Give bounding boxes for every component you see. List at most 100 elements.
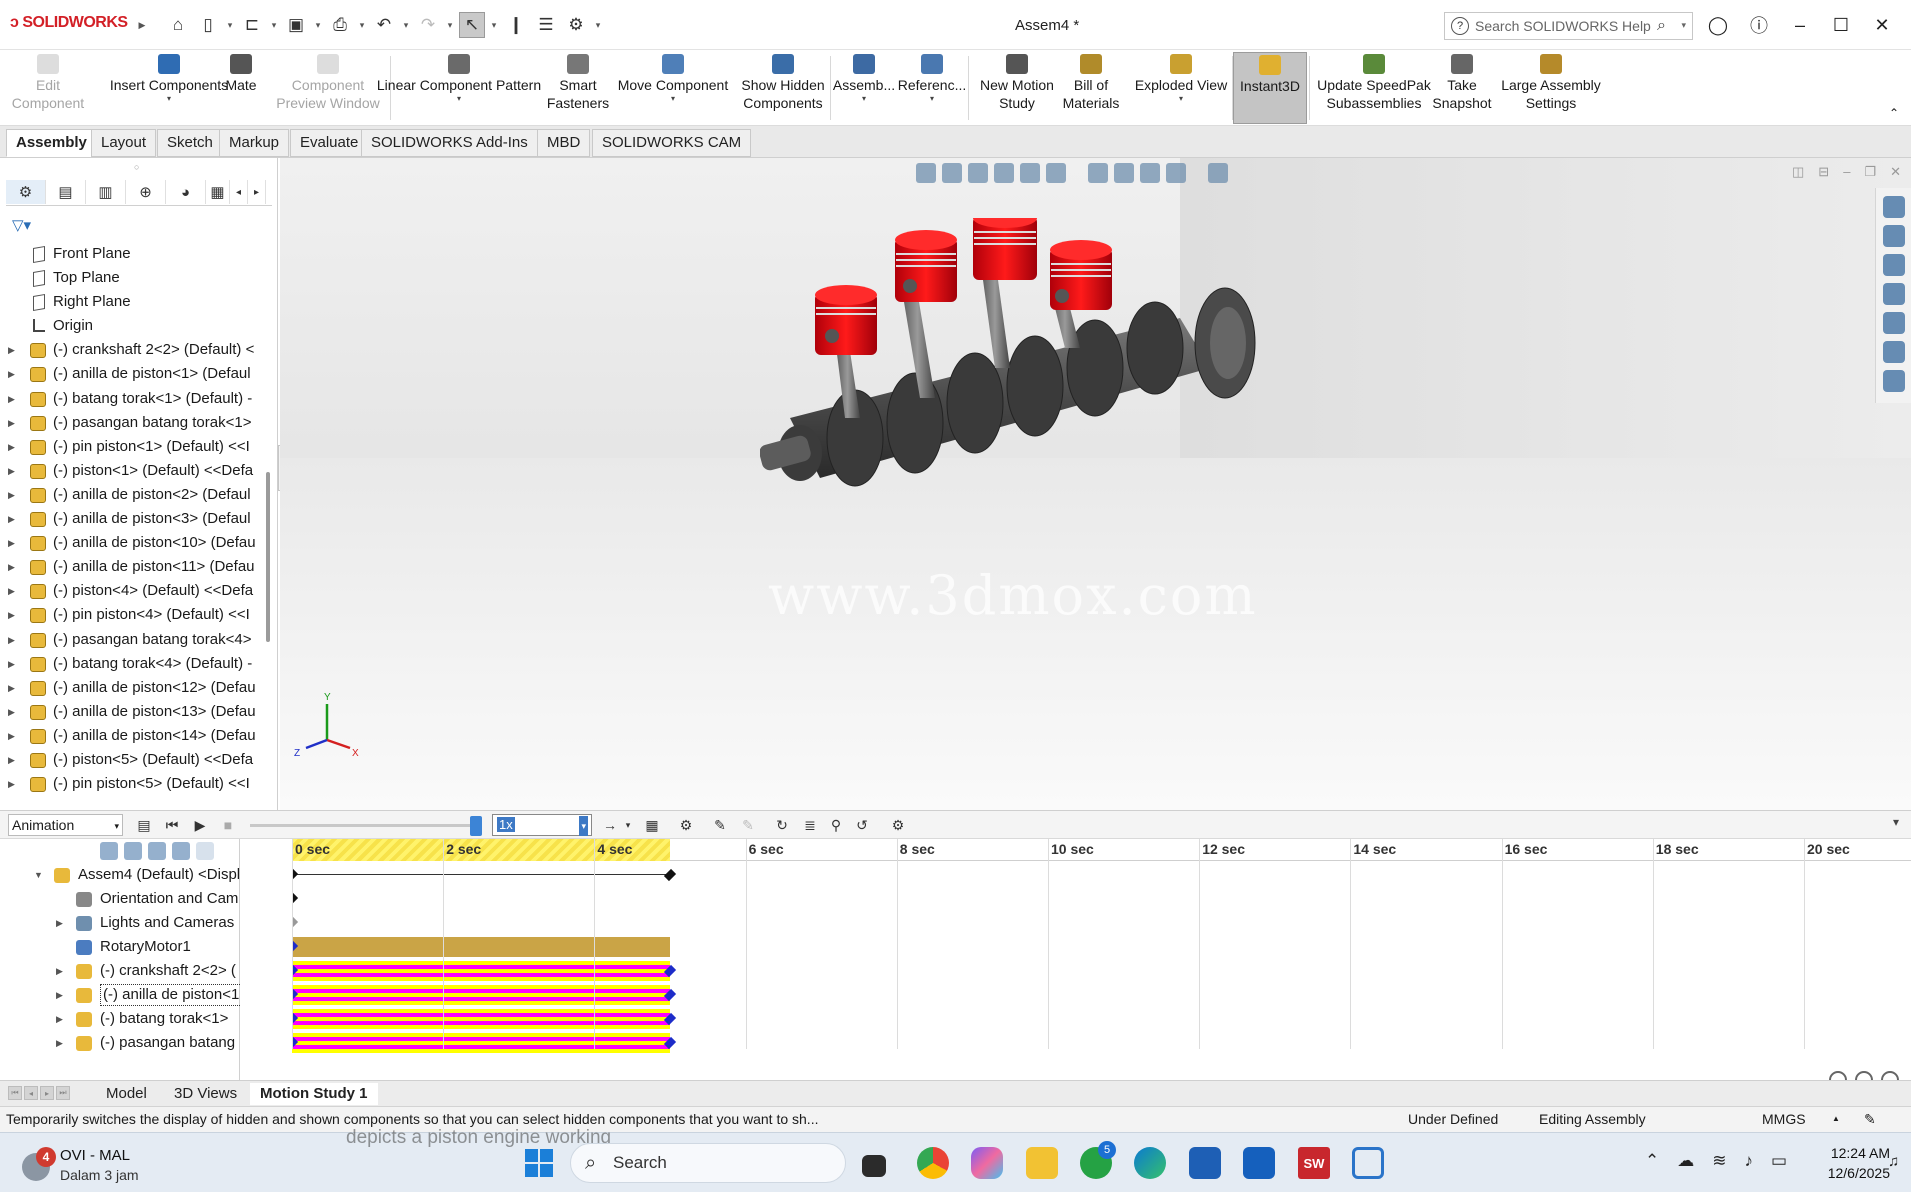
weather-title[interactable]: OVI - MAL bbox=[60, 1147, 130, 1164]
zoom-to-fit-icon[interactable] bbox=[916, 163, 936, 183]
menu-expand-icon[interactable]: ▶ bbox=[137, 20, 147, 31]
expand-arrow-icon[interactable]: ▶ bbox=[8, 579, 15, 603]
contact-icon[interactable]: ⚲ bbox=[826, 815, 846, 835]
motion-tree-item[interactable]: ▶ (-) batang torak<1> bbox=[0, 1007, 240, 1031]
undo-icon[interactable]: ↶ bbox=[371, 12, 397, 38]
chevron-down-icon[interactable]: ▾ bbox=[930, 94, 934, 104]
configuration-manager-tab-icon[interactable]: ▥ bbox=[86, 180, 126, 204]
tree-item[interactable]: ▶ (-) anilla de piston<3> (Defaul bbox=[0, 507, 265, 531]
motion-study-properties-icon[interactable]: ⚙ bbox=[888, 815, 908, 835]
solidworks-resources-icon[interactable] bbox=[1882, 196, 1905, 218]
calculate-icon[interactable]: ▤ bbox=[134, 815, 154, 835]
tree-item[interactable]: ▶ (-) batang torak<4> (Default) - bbox=[0, 652, 265, 676]
chevron-down-icon[interactable]: ▾ bbox=[445, 20, 455, 31]
view-orientation-icon[interactable] bbox=[1046, 163, 1066, 183]
reference-button[interactable]: Referenc... ▾ bbox=[898, 52, 966, 124]
solidworks-logo[interactable]: ↄ SOLIDWORKS bbox=[10, 14, 128, 32]
tree-item[interactable]: Origin bbox=[0, 314, 265, 338]
play-from-start-icon[interactable]: ⏮ bbox=[162, 815, 182, 835]
chevron-down-icon[interactable]: ▾ bbox=[401, 20, 411, 31]
expand-arrow-icon[interactable]: ▶ bbox=[56, 983, 63, 1007]
viewport-minimize-icon[interactable]: – bbox=[1843, 164, 1850, 180]
motor-icon[interactable]: ↻ bbox=[772, 815, 792, 835]
weather-widget[interactable]: 4 bbox=[22, 1147, 58, 1183]
motion-tree-item[interactable]: ▶ (-) anilla de piston<1 bbox=[0, 983, 240, 1007]
tab-solidworks-cam[interactable]: SOLIDWORKS CAM bbox=[592, 129, 752, 157]
expand-arrow-icon[interactable]: ▶ bbox=[8, 700, 15, 724]
stop-icon[interactable]: ■ bbox=[218, 815, 238, 835]
cam-tab-icon[interactable]: ▦ bbox=[206, 180, 230, 204]
bottom-tab-model[interactable]: Model bbox=[96, 1083, 157, 1105]
tab-solidworks-add-ins[interactable]: SOLIDWORKS Add-Ins bbox=[361, 129, 538, 157]
apply-scene-icon[interactable] bbox=[1166, 163, 1186, 183]
assembly-button[interactable]: Assemb... ▾ bbox=[833, 52, 895, 124]
dimxpert-tab-icon[interactable]: ⊕ bbox=[126, 180, 166, 204]
options-gear-icon[interactable]: ⚙ bbox=[563, 12, 589, 38]
take-snapshot-button[interactable]: Take Snapshot bbox=[1430, 52, 1494, 124]
tree-item[interactable]: Top Plane bbox=[0, 266, 265, 290]
tree-item[interactable]: ▶ (-) anilla de piston<2> (Defaul bbox=[0, 483, 265, 507]
custom-properties-icon[interactable] bbox=[1882, 370, 1905, 392]
component-change-bar[interactable] bbox=[292, 1033, 670, 1053]
select-pointer-icon[interactable]: ↖ bbox=[459, 12, 485, 38]
expand-arrow-icon[interactable]: ▶ bbox=[56, 959, 63, 983]
chevron-down-icon[interactable]: ▾ bbox=[618, 815, 638, 835]
motion-tree-item[interactable]: RotaryMotor1 bbox=[0, 935, 240, 959]
component-change-bar[interactable] bbox=[292, 985, 670, 1005]
home-icon[interactable] bbox=[1882, 225, 1905, 247]
graphics-viewport[interactable]: ◫ ⊟ – ❐ ✕ www.3dmox.com Y X Z bbox=[280, 158, 1911, 810]
expand-arrow-icon[interactable]: ▶ bbox=[56, 1031, 63, 1055]
appearances-icon[interactable] bbox=[1882, 341, 1905, 363]
print-icon[interactable]: ⎙ bbox=[327, 12, 353, 38]
chevron-down-icon[interactable]: ▾ bbox=[593, 20, 603, 31]
previous-view-icon[interactable] bbox=[968, 163, 988, 183]
new-document-icon[interactable]: ▯ bbox=[195, 12, 221, 38]
rebuild-traffic-light-icon[interactable]: ❙ bbox=[503, 12, 529, 38]
expand-arrow-icon[interactable]: ▶ bbox=[8, 603, 15, 627]
animation-wizard-icon[interactable]: ⚙ bbox=[676, 815, 696, 835]
tree-item[interactable]: ▶ (-) anilla de piston<12> (Defau bbox=[0, 676, 265, 700]
file-explorer-icon[interactable] bbox=[1882, 283, 1905, 305]
expand-arrow-icon[interactable]: ▶ bbox=[8, 362, 15, 386]
timeline[interactable]: 0 sec 2 sec 4 sec 6 sec 8 sec 10 sec 12 sec 14 … bbox=[292, 839, 1911, 1081]
minimize-icon[interactable]: – bbox=[1787, 12, 1813, 38]
chevron-down-icon[interactable]: ▾ bbox=[457, 94, 461, 104]
chevron-down-icon[interactable]: ▾ bbox=[489, 20, 499, 31]
mate-button[interactable]: Mate bbox=[218, 52, 264, 124]
playback-speed-select[interactable]: 1x ▾ bbox=[492, 814, 592, 836]
tree-item[interactable]: ▶ (-) anilla de piston<10> (Defau bbox=[0, 531, 265, 555]
collapse-ribbon-icon[interactable]: ⌃ bbox=[1889, 106, 1899, 120]
motion-tree-item[interactable]: ▶ (-) pasangan batang bbox=[0, 1031, 240, 1055]
motion-tree-item[interactable]: ▼ Assem4 (Default) <Displ bbox=[0, 863, 240, 887]
expand-arrow-icon[interactable]: ▶ bbox=[56, 911, 63, 935]
motion-tree-item[interactable]: Orientation and Cam bbox=[0, 887, 240, 911]
viewport-restore-icon[interactable]: ❐ bbox=[1864, 164, 1876, 180]
large-assembly-settings-button[interactable]: Large Assembly Settings bbox=[1496, 52, 1606, 124]
tab-layout[interactable]: Layout bbox=[91, 129, 157, 157]
linear-component-pattern-button[interactable]: Linear Component Pattern ▾ bbox=[376, 52, 542, 124]
edit-appearance-icon[interactable] bbox=[1140, 163, 1160, 183]
tab-assembly[interactable]: Assembly bbox=[6, 129, 97, 157]
add-key-icon[interactable]: ✎ bbox=[738, 815, 758, 835]
snipping-tool-icon[interactable] bbox=[1352, 1147, 1384, 1179]
split-view-icon[interactable]: ⊟ bbox=[1818, 164, 1829, 180]
component-change-bar[interactable] bbox=[292, 1009, 670, 1029]
tree-item[interactable]: ▶ (-) anilla de piston<14> (Defau bbox=[0, 724, 265, 748]
motion-tree-item[interactable]: ▶ Lights and Cameras bbox=[0, 911, 240, 935]
expand-arrow-icon[interactable]: ▶ bbox=[8, 531, 15, 555]
battery-icon[interactable]: ▭ bbox=[1771, 1151, 1787, 1171]
microsoft-store-icon[interactable] bbox=[1189, 1147, 1221, 1179]
playback-slider-thumb[interactable] bbox=[470, 816, 482, 836]
display-style-icon[interactable] bbox=[1088, 163, 1108, 183]
expand-arrow-icon[interactable]: ▶ bbox=[8, 387, 15, 411]
study-type-select[interactable]: Animation ▾ bbox=[8, 814, 123, 836]
tree-item[interactable]: ▶ (-) anilla de piston<11> (Defau bbox=[0, 555, 265, 579]
task-view-icon[interactable] bbox=[862, 1155, 886, 1177]
expand-arrow-icon[interactable]: ▶ bbox=[8, 676, 15, 700]
first-tab-icon[interactable]: ⏮ bbox=[8, 1086, 22, 1100]
component-change-bar[interactable] bbox=[292, 961, 670, 981]
play-icon[interactable]: ▶ bbox=[190, 815, 210, 835]
playback-slider[interactable] bbox=[250, 824, 482, 827]
update-speedpak-button[interactable]: Update SpeedPak Subassemblies bbox=[1310, 52, 1438, 124]
edge-icon[interactable] bbox=[1134, 1147, 1166, 1179]
